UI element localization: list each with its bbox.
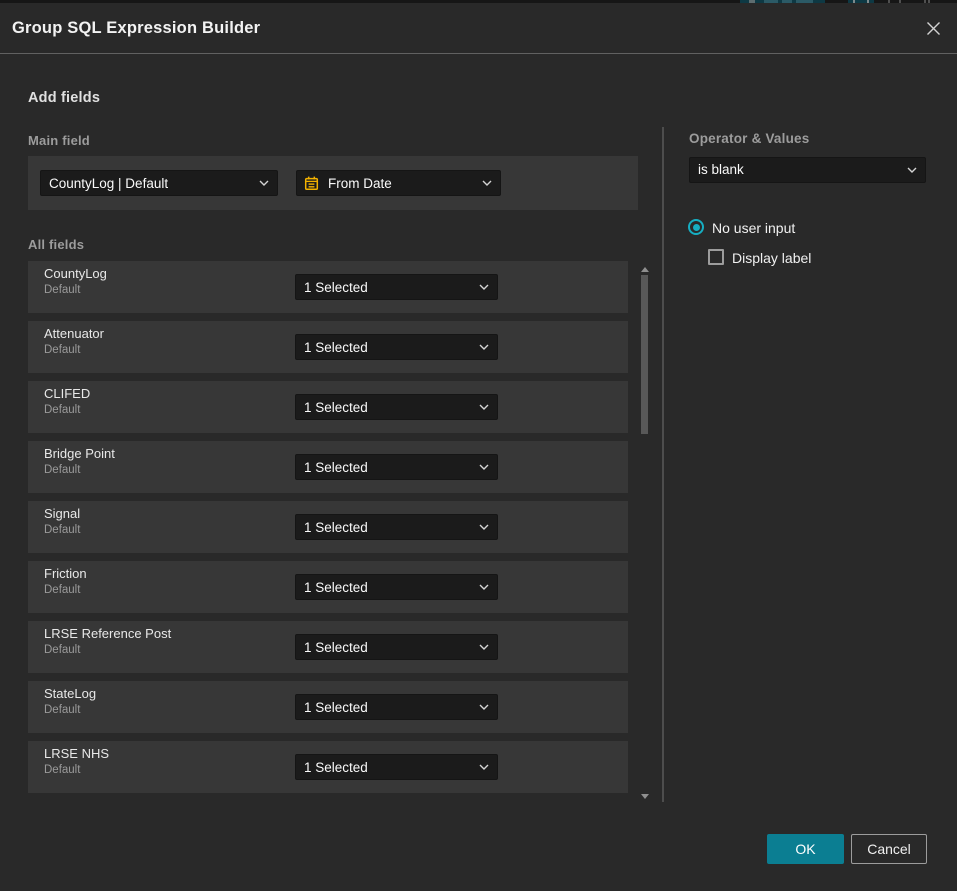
field-name: Signal (44, 506, 80, 521)
field-sublabel: Default (44, 584, 80, 596)
field-sublabel: Default (44, 464, 80, 476)
field-row: Attenuator Default 1 Selected (28, 321, 628, 373)
field-row: Friction Default 1 Selected (28, 561, 628, 613)
display-label-label: Display label (732, 250, 811, 266)
field-name: LRSE Reference Post (44, 626, 171, 641)
field-selected-dropdown[interactable]: 1 Selected (295, 274, 498, 300)
field-selected-dropdown[interactable]: 1 Selected (295, 394, 498, 420)
chevron-down-icon (259, 180, 269, 186)
main-field-label: Main field (28, 133, 90, 148)
field-selected-value: 1 Selected (296, 700, 368, 715)
field-row: LRSE Reference Post Default 1 Selected (28, 621, 628, 673)
chevron-down-icon (479, 524, 489, 530)
field-sublabel: Default (44, 284, 80, 296)
field-selected-dropdown[interactable]: 1 Selected (295, 514, 498, 540)
chevron-down-icon (479, 764, 489, 770)
main-field-field-dropdown[interactable]: From Date (296, 170, 501, 196)
chevron-down-icon (479, 284, 489, 290)
operator-dropdown[interactable]: is blank (689, 157, 926, 183)
field-row: LRSE NHS Default 1 Selected (28, 741, 628, 793)
close-button[interactable] (919, 14, 947, 42)
field-name: CLIFED (44, 386, 90, 401)
field-row: CountyLog Default 1 Selected (28, 261, 628, 313)
chevron-down-icon (907, 167, 917, 173)
dialog-title: Group SQL Expression Builder (12, 3, 260, 54)
field-selected-value: 1 Selected (296, 340, 368, 355)
no-user-input-label: No user input (712, 220, 795, 236)
scrollbar-thumb[interactable] (641, 275, 648, 434)
field-selected-dropdown[interactable]: 1 Selected (295, 334, 498, 360)
field-sublabel: Default (44, 764, 80, 776)
chevron-down-icon (479, 344, 489, 350)
chevron-down-icon (479, 704, 489, 710)
calendar-icon (304, 176, 319, 191)
field-name: Friction (44, 566, 87, 581)
field-selected-value: 1 Selected (296, 400, 368, 415)
field-row: StateLog Default 1 Selected (28, 681, 628, 733)
field-selected-value: 1 Selected (296, 460, 368, 475)
operator-value: is blank (690, 162, 744, 177)
field-row: Signal Default 1 Selected (28, 501, 628, 553)
field-selected-dropdown[interactable]: 1 Selected (295, 694, 498, 720)
scroll-down-arrow[interactable] (641, 794, 649, 799)
field-name: CountyLog (44, 266, 107, 281)
dialog-header: Group SQL Expression Builder (0, 3, 957, 54)
field-selected-dropdown[interactable]: 1 Selected (295, 454, 498, 480)
column-divider (662, 127, 664, 802)
field-selected-value: 1 Selected (296, 280, 368, 295)
main-field-field-value: From Date (319, 176, 392, 191)
field-selected-dropdown[interactable]: 1 Selected (295, 574, 498, 600)
ok-button[interactable]: OK (767, 834, 844, 864)
field-selected-dropdown[interactable]: 1 Selected (295, 634, 498, 660)
field-name: LRSE NHS (44, 746, 109, 761)
field-name: Bridge Point (44, 446, 115, 461)
field-selected-value: 1 Selected (296, 580, 368, 595)
group-sql-expression-builder-dialog: Group SQL Expression Builder Add fields … (0, 3, 957, 891)
chevron-down-icon (479, 644, 489, 650)
field-name: Attenuator (44, 326, 104, 341)
field-selected-value: 1 Selected (296, 640, 368, 655)
field-sublabel: Default (44, 644, 80, 656)
chevron-down-icon (482, 180, 492, 186)
main-field-layer-value: CountyLog | Default (41, 176, 168, 191)
field-selected-value: 1 Selected (296, 520, 368, 535)
field-selected-dropdown[interactable]: 1 Selected (295, 754, 498, 780)
radio-dot (693, 224, 700, 231)
chevron-down-icon (479, 584, 489, 590)
chevron-down-icon (479, 404, 489, 410)
no-user-input-radio[interactable] (688, 219, 704, 235)
field-name: StateLog (44, 686, 96, 701)
field-sublabel: Default (44, 704, 80, 716)
all-fields-label: All fields (28, 237, 84, 252)
add-fields-heading: Add fields (28, 90, 100, 106)
chevron-down-icon (479, 464, 489, 470)
scroll-up-arrow[interactable] (641, 267, 649, 272)
field-sublabel: Default (44, 404, 80, 416)
field-selected-value: 1 Selected (296, 760, 368, 775)
field-row: Bridge Point Default 1 Selected (28, 441, 628, 493)
operator-values-label: Operator & Values (689, 131, 809, 146)
main-field-layer-dropdown[interactable]: CountyLog | Default (40, 170, 278, 196)
field-row: CLIFED Default 1 Selected (28, 381, 628, 433)
field-sublabel: Default (44, 344, 80, 356)
cancel-button[interactable]: Cancel (851, 834, 927, 864)
close-icon (926, 21, 941, 36)
display-label-checkbox[interactable] (708, 249, 724, 265)
main-field-panel: CountyLog | Default From Date (28, 156, 638, 210)
field-sublabel: Default (44, 524, 80, 536)
